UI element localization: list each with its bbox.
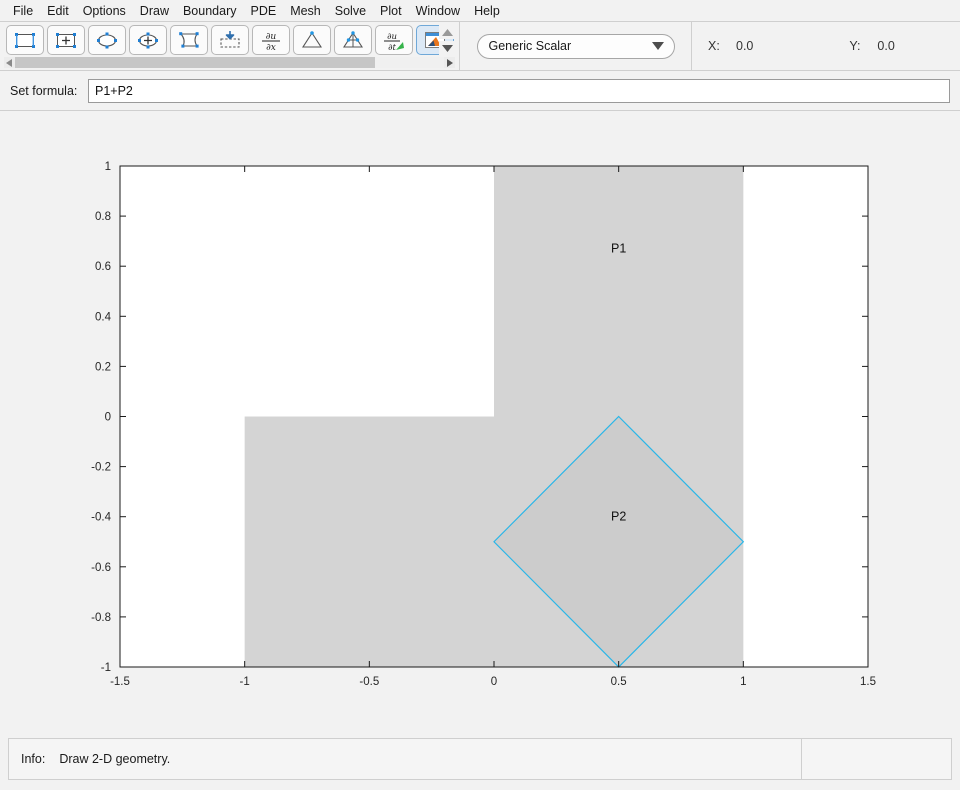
scroll-left-arrow-icon[interactable] <box>4 57 15 68</box>
menu-item-options[interactable]: Options <box>76 2 133 20</box>
status-secondary-panel <box>802 738 952 780</box>
set-formula-label: Set formula: <box>10 84 88 98</box>
toolbar-scrollbar[interactable] <box>4 57 455 68</box>
toolbar-scrollbar-thumb[interactable] <box>15 57 375 68</box>
y-tick-label: -0.6 <box>91 562 111 574</box>
y-tick-label: -0.4 <box>91 512 111 524</box>
menu-item-solve[interactable]: Solve <box>328 2 373 20</box>
y-tick-label: 0.2 <box>95 361 111 373</box>
svg-text:∂x: ∂x <box>266 43 276 51</box>
menu-item-file[interactable]: File <box>6 2 40 20</box>
x-tick-label: 0.5 <box>611 676 627 688</box>
y-tick-label: -1 <box>101 662 111 674</box>
x-tick-label: -1.5 <box>110 676 130 688</box>
coordinate-y-label: Y: <box>849 39 869 53</box>
spinner-down-arrow-icon[interactable] <box>439 41 455 55</box>
coordinate-y: Y: 0.0 <box>849 39 894 53</box>
coordinate-x-label: X: <box>708 39 728 53</box>
draw-rectangle-icon[interactable] <box>6 25 44 55</box>
y-tick-label: 1 <box>105 161 111 173</box>
toolbar-spinner[interactable] <box>439 25 455 55</box>
coordinate-readout-panel: X: 0.0 Y: 0.0 <box>692 22 960 70</box>
boundary-mode-icon[interactable] <box>211 25 249 55</box>
y-tick-label: -0.8 <box>91 612 111 624</box>
draw-rectangle-centered-icon[interactable] <box>47 25 85 55</box>
menu-bar: File Edit Options Draw Boundary PDE Mesh… <box>0 0 960 21</box>
coordinate-y-value: 0.0 <box>877 39 894 53</box>
initialize-mesh-icon[interactable] <box>293 25 331 55</box>
menu-item-boundary[interactable]: Boundary <box>176 2 244 20</box>
pde-mode-icon[interactable]: ∂u ∂x <box>252 25 290 55</box>
set-formula-input[interactable]: P1+P2 <box>88 79 950 103</box>
refine-mesh-icon[interactable] <box>334 25 372 55</box>
status-info-text: Draw 2-D geometry. <box>59 752 170 766</box>
shape-label-p2: P2 <box>611 510 626 524</box>
chevron-down-icon <box>652 42 664 50</box>
x-tick-label: 0 <box>491 676 497 688</box>
geometry-canvas[interactable]: -1.5 -1 -0.5 0 0.5 1 1.5 -1 -0.8 -0.6 -0.4 -0.2 0 0.2… <box>0 112 960 732</box>
x-tick-label: -1 <box>240 676 250 688</box>
menu-item-edit[interactable]: Edit <box>40 2 76 20</box>
geometry-shapes[interactable] <box>120 166 868 667</box>
x-tick-label: 1 <box>740 676 746 688</box>
x-tick-label: 1.5 <box>860 676 876 688</box>
toolbar-button-strip: ∂u ∂x <box>0 22 459 58</box>
toolbar-scrollbar-track[interactable] <box>15 57 444 68</box>
shape-label-p1: P1 <box>611 242 626 256</box>
scroll-right-arrow-icon[interactable] <box>444 57 455 68</box>
application-mode-panel: Generic Scalar <box>460 22 692 70</box>
toolbar: ∂u ∂x <box>0 21 960 71</box>
menu-item-plot[interactable]: Plot <box>373 2 409 20</box>
formula-bar: Set formula: P1+P2 <box>0 71 960 111</box>
menu-item-mesh[interactable]: Mesh <box>283 2 328 20</box>
status-info-label: Info: <box>21 752 45 766</box>
solve-pde-icon[interactable]: ∂u ∂t <box>375 25 413 55</box>
status-info-panel: Info: Draw 2-D geometry. <box>8 738 802 780</box>
svg-text:∂t: ∂t <box>388 43 396 51</box>
menu-item-help[interactable]: Help <box>467 2 507 20</box>
y-tick-label: -0.2 <box>91 462 111 474</box>
y-tick-label: 0.6 <box>95 261 111 273</box>
x-tick-label: -0.5 <box>359 676 379 688</box>
toolbar-button-panel: ∂u ∂x <box>0 22 460 70</box>
coordinate-x: X: 0.0 <box>708 39 753 53</box>
coordinate-x-value: 0.0 <box>736 39 753 53</box>
draw-ellipse-centered-icon[interactable] <box>129 25 167 55</box>
draw-polygon-icon[interactable] <box>170 25 208 55</box>
status-bar: Info: Draw 2-D geometry. <box>0 732 960 790</box>
menu-item-draw[interactable]: Draw <box>133 2 176 20</box>
y-tick-label: 0 <box>105 412 111 424</box>
y-tick-label: 0.4 <box>95 311 112 323</box>
application-mode-select[interactable]: Generic Scalar <box>477 34 675 59</box>
menu-item-window[interactable]: Window <box>409 2 467 20</box>
menu-item-pde[interactable]: PDE <box>243 2 283 20</box>
y-tick-label: 0.8 <box>95 211 111 223</box>
application-mode-value: Generic Scalar <box>489 39 652 53</box>
spinner-up-arrow-icon[interactable] <box>439 25 455 39</box>
draw-ellipse-icon[interactable] <box>88 25 126 55</box>
geometry-plot[interactable]: -1.5 -1 -0.5 0 0.5 1 1.5 -1 -0.8 -0.6 -0.4 -0.2 0 0.2… <box>0 112 960 732</box>
